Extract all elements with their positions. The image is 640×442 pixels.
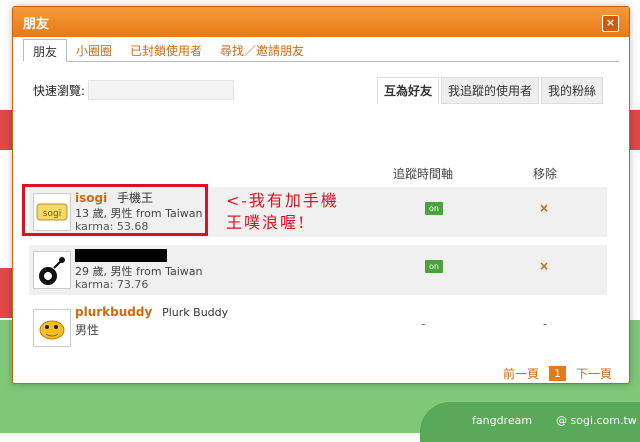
background-decoration <box>0 110 12 150</box>
annotation-line-2: 王噗浪喔! <box>226 213 307 232</box>
subtab-mutual-friends[interactable]: 互為好友 <box>377 77 440 104</box>
subtab-following[interactable]: 我追蹤的使用者 <box>441 77 540 104</box>
tab-blocked-users[interactable]: 已封鎖使用者 <box>121 39 211 61</box>
friend-subtabs: 互為好友 我追蹤的使用者 我的粉絲 <box>375 77 604 104</box>
remove-placeholder: - <box>543 317 548 331</box>
credit-site: @ sogi.com.tw <box>556 414 637 427</box>
background-decoration <box>0 268 12 318</box>
friend-info: 男性 <box>75 323 100 337</box>
quick-filter: 快速瀏覽: <box>33 80 235 100</box>
dialog-title: 朋友 <box>23 16 50 32</box>
tab-find-invite[interactable]: 尋找／邀請朋友 <box>211 39 313 61</box>
next-page-link[interactable]: 下一頁 <box>576 365 612 382</box>
background-decoration <box>630 110 640 150</box>
column-header-remove: 移除 <box>533 167 558 181</box>
prev-page-link[interactable]: 前一頁 <box>503 365 539 382</box>
friend-row: plurkbuddy Plurk Buddy 男性 - - <box>29 303 607 353</box>
annotation-line-1: <-我有加手機 <box>226 191 339 210</box>
avatar[interactable] <box>33 309 71 347</box>
main-tabs: 朋友 小圈圈 已封鎖使用者 尋找／邀請朋友 <box>23 39 619 62</box>
avatar[interactable] <box>33 251 71 289</box>
credit-author: fangdream <box>472 414 533 427</box>
timeline-placeholder: - <box>421 317 426 331</box>
redacted-name <box>75 249 167 262</box>
handwritten-annotation: <-我有加手機 王噗浪喔! <box>226 190 339 234</box>
tab-cliques[interactable]: 小圈圈 <box>67 39 121 61</box>
annotation-highlight-box <box>22 184 208 236</box>
pagination: 前一頁 1 下一頁 <box>503 365 612 382</box>
friend-karma: karma: 73.76 <box>75 278 149 291</box>
timeline-toggle[interactable]: on <box>425 202 443 215</box>
subtab-fans[interactable]: 我的粉絲 <box>541 77 604 104</box>
remove-icon[interactable]: × <box>539 259 549 273</box>
current-page: 1 <box>549 366 567 381</box>
column-header-timeline: 追蹤時間軸 <box>393 167 454 181</box>
close-button[interactable]: × <box>602 15 619 32</box>
dialog-titlebar: 朋友 × <box>13 7 629 37</box>
close-icon: × <box>605 16 616 29</box>
friend-info: 29 歲, 男性 from Taiwan <box>75 265 203 278</box>
friend-nickname[interactable]: plurkbuddy <box>75 305 152 319</box>
friend-display-name: Plurk Buddy <box>162 306 229 319</box>
friend-row: 29 歲, 男性 from Taiwan karma: 73.76 on × <box>29 245 607 295</box>
tab-friends[interactable]: 朋友 <box>23 39 68 62</box>
quick-filter-input[interactable] <box>88 80 235 100</box>
quick-filter-label: 快速瀏覽: <box>33 83 86 98</box>
timeline-toggle[interactable]: on <box>425 260 443 273</box>
remove-icon[interactable]: × <box>539 201 549 215</box>
